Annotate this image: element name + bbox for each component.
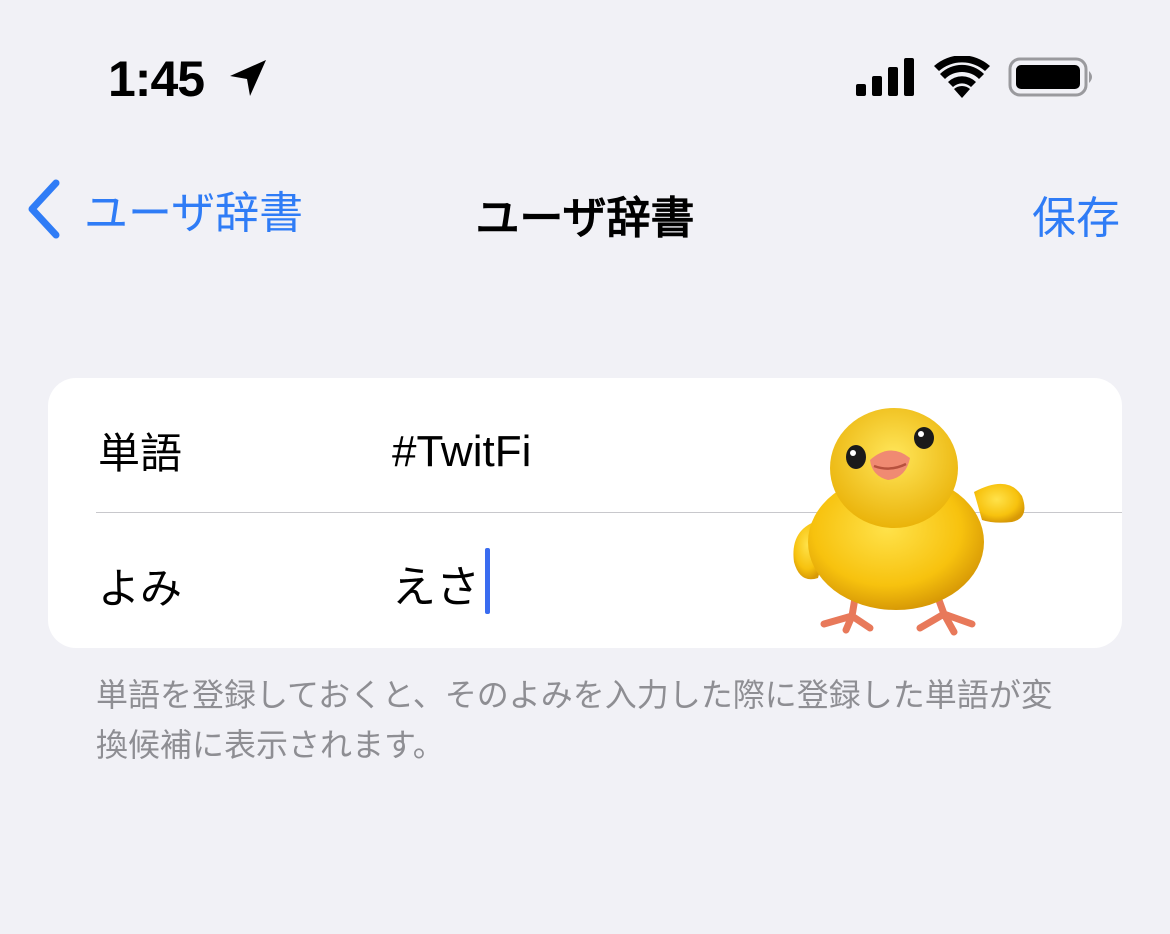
save-button[interactable]: 保存 [1032, 182, 1120, 246]
page-title: ユーザ辞書 [475, 193, 695, 244]
location-arrow-icon [230, 60, 266, 96]
navigation-bar: ユーザ辞書 ユーザ辞書 保存 [0, 160, 1170, 260]
footer-note: 単語を登録しておくと、そのよみを入力した際に登録した単語が変換候補に表示されます… [96, 676, 1053, 764]
status-bar: 1:45 [0, 0, 1170, 150]
wifi-icon [934, 56, 990, 98]
reading-label: よみ [98, 564, 183, 613]
word-label: 単語 [98, 429, 183, 478]
battery-icon [1008, 57, 1092, 97]
status-time: 1:45 [108, 51, 205, 107]
text-cursor [485, 548, 490, 614]
cellular-signal-icon [856, 58, 914, 96]
chick-illustration [793, 408, 1025, 636]
